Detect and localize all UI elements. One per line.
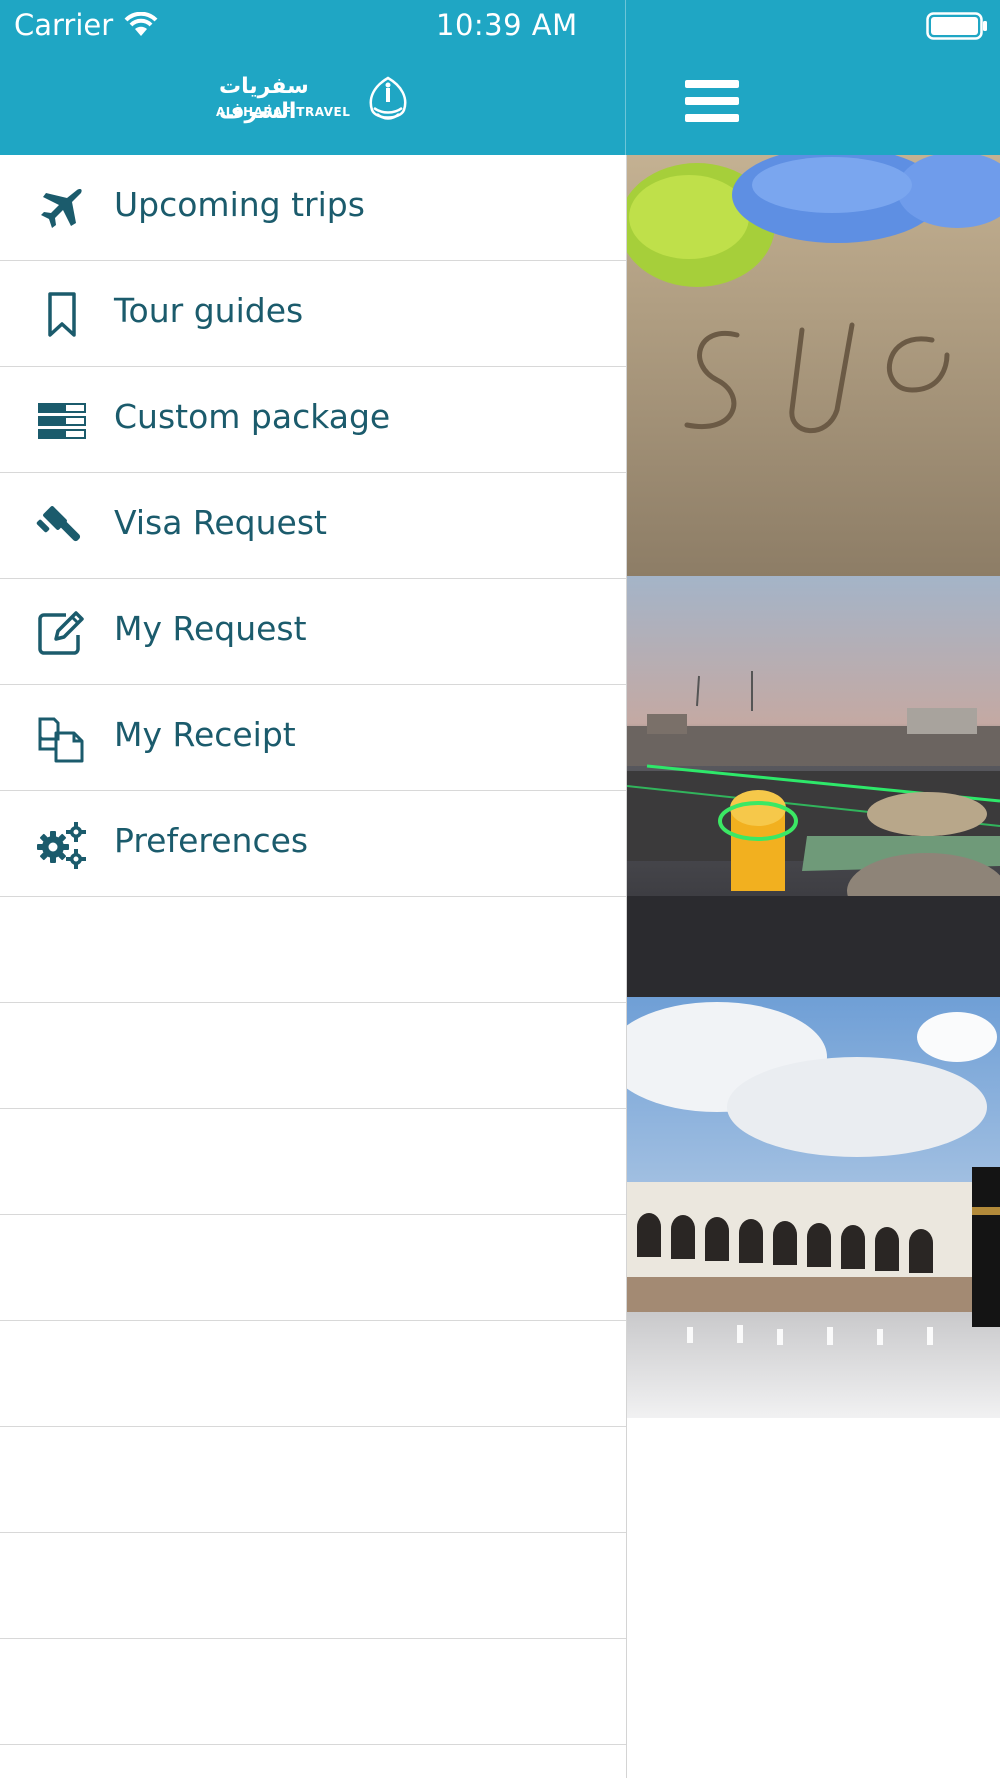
menu-empty-row	[0, 1533, 626, 1639]
documents-icon	[38, 717, 84, 763]
menu-item-label: My Receipt	[114, 715, 296, 754]
menu-item-label: Custom package	[114, 397, 391, 436]
menu-empty-row	[0, 1427, 626, 1533]
menu-empty-row	[0, 897, 626, 1003]
menu-hamburger-icon[interactable]	[685, 78, 739, 124]
menu-item-label: Upcoming trips	[114, 185, 365, 224]
menu-empty-row	[0, 1321, 626, 1427]
status-time: 10:39 AM	[436, 8, 578, 42]
kaaba-mosque-photo[interactable]	[627, 997, 1000, 1418]
menu-empty-row	[0, 1003, 626, 1109]
menu-item-custom-package[interactable]: Custom package	[0, 367, 626, 473]
alsharaf-logo: سفريات الشرف ALSHARAF TRAVEL	[214, 74, 414, 130]
bookmark-icon	[48, 292, 76, 337]
menu-item-my-receipt[interactable]: My Receipt	[0, 685, 626, 791]
menu-item-preferences[interactable]: Preferences	[0, 791, 626, 897]
menu-empty-row	[0, 1215, 626, 1321]
menu-item-label: My Request	[114, 609, 307, 648]
gears-icon	[37, 822, 86, 869]
package-list-icon	[38, 403, 86, 439]
shrine-city-photo[interactable]	[627, 576, 1000, 997]
side-menu: Upcoming trips Tour guides Custom packag…	[0, 155, 627, 1778]
menu-empty-row	[0, 1109, 626, 1215]
menu-item-tour-guides[interactable]: Tour guides	[0, 261, 626, 367]
edit-icon	[38, 611, 84, 655]
menu-item-upcoming-trips[interactable]: Upcoming trips	[0, 155, 626, 261]
menu-item-label: Tour guides	[114, 291, 304, 330]
gavel-icon	[36, 506, 81, 542]
menu-item-label: Preferences	[114, 821, 309, 860]
logo-english-text: ALSHARAF TRAVEL	[216, 105, 351, 119]
menu-item-my-request[interactable]: My Request	[0, 579, 626, 685]
status-bar: Carrier 10:39 AM	[0, 0, 1000, 52]
menu-item-label: Visa Request	[114, 503, 327, 542]
beach-sandals-photo[interactable]	[627, 155, 1000, 576]
nav-header: سفريات الشرف ALSHARAF TRAVEL	[0, 0, 1000, 155]
carrier-label: Carrier	[14, 8, 114, 42]
content-panel	[627, 155, 1000, 1778]
battery-icon	[926, 12, 987, 40]
menu-item-visa-request[interactable]: Visa Request	[0, 473, 626, 579]
logo-emblem-icon	[369, 76, 407, 120]
wifi-icon	[124, 12, 158, 36]
airplane-icon	[41, 189, 82, 228]
menu-empty-row	[0, 1639, 626, 1745]
panel-divider	[625, 0, 626, 155]
